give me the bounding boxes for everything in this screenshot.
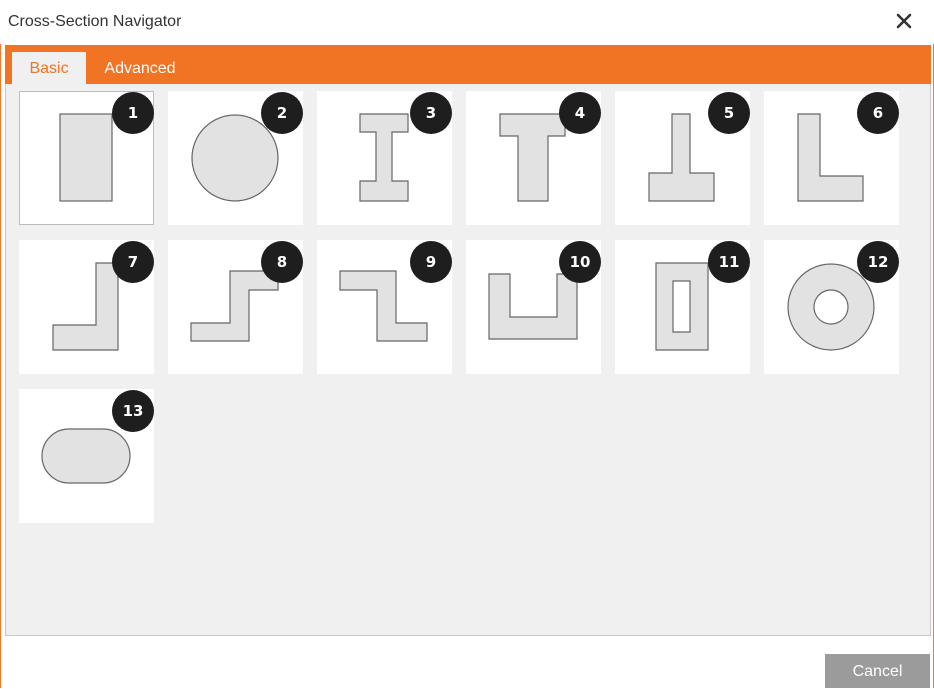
section-tile-1[interactable]: 1 <box>19 91 154 225</box>
section-number-badge: 5 <box>708 92 750 134</box>
section-number-badge: 7 <box>112 241 154 283</box>
section-number-badge: 9 <box>410 241 452 283</box>
section-tile-9[interactable]: 9 <box>317 240 452 374</box>
section-number-badge: 12 <box>857 241 899 283</box>
section-tile-13[interactable]: 13 <box>19 389 154 523</box>
tab-basic[interactable]: Basic <box>12 52 86 84</box>
tab-advanced[interactable]: Advanced <box>93 52 187 84</box>
window-title: Cross-Section Navigator <box>8 13 182 30</box>
section-tile-11[interactable]: 11 <box>615 240 750 374</box>
section-tile-5[interactable]: 5 <box>615 91 750 225</box>
section-tile-4[interactable]: 4 <box>466 91 601 225</box>
section-number-badge: 4 <box>559 92 601 134</box>
section-tile-10[interactable]: 10 <box>466 240 601 374</box>
cancel-button[interactable]: Cancel <box>825 654 930 688</box>
tab-bar: Basic Advanced <box>5 45 931 84</box>
section-number-badge: 3 <box>410 92 452 134</box>
section-number-badge: 6 <box>857 92 899 134</box>
section-grid: 1 2 3 4 5 6 7 8 9 10 11 12 13 <box>5 84 931 636</box>
section-tile-2[interactable]: 2 <box>168 91 303 225</box>
section-tile-8[interactable]: 8 <box>168 240 303 374</box>
title-bar: Cross-Section Navigator <box>0 0 934 44</box>
section-number-badge: 13 <box>112 390 154 432</box>
section-tile-6[interactable]: 6 <box>764 91 899 225</box>
close-icon <box>896 13 912 29</box>
section-number-badge: 2 <box>261 92 303 134</box>
section-tile-7[interactable]: 7 <box>19 240 154 374</box>
section-number-badge: 1 <box>112 92 154 134</box>
section-number-badge: 10 <box>559 241 601 283</box>
section-tile-3[interactable]: 3 <box>317 91 452 225</box>
section-number-badge: 11 <box>708 241 750 283</box>
section-number-badge: 8 <box>261 241 303 283</box>
section-tile-12[interactable]: 12 <box>764 240 899 374</box>
close-button[interactable] <box>892 9 916 33</box>
